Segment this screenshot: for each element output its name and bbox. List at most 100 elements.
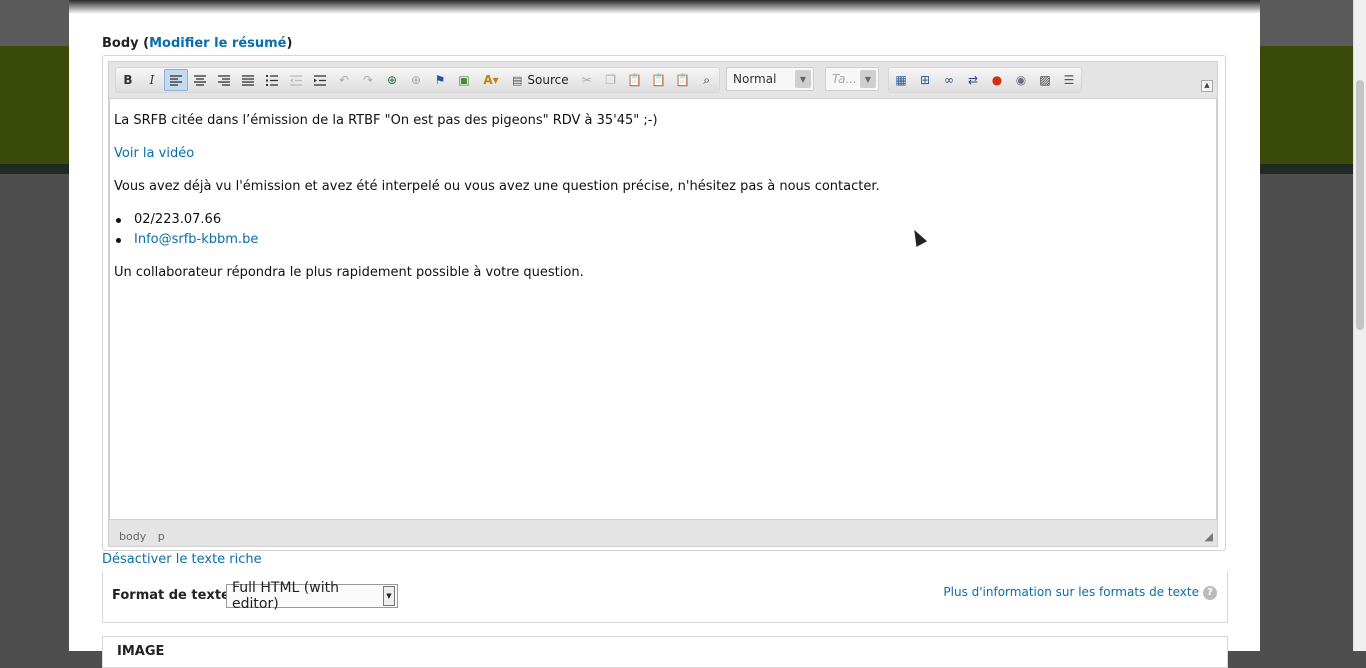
- page-scrollbar[interactable]: [1353, 0, 1366, 651]
- overlay-panel: Body (Modifier le résumé) B I ↶ ↷ ⊕ ⊕ ⚑ …: [69, 0, 1260, 668]
- edit-summary-link[interactable]: Modifier le résumé: [149, 36, 286, 51]
- link-button[interactable]: ⊕: [380, 69, 404, 91]
- font-combo-value: Ta...: [832, 72, 857, 86]
- find-icon: ⌕: [703, 72, 710, 87]
- editor-content-area[interactable]: La SRFB citée dans l’émission de la RTBF…: [109, 98, 1217, 520]
- justify-icon: [242, 74, 254, 86]
- text-format-label: Format de texte: [112, 588, 230, 603]
- select-all-icon: ⊞: [919, 73, 931, 87]
- paste-word-button[interactable]: 📋: [671, 69, 695, 91]
- source-icon: ▤: [512, 73, 523, 87]
- unlink-button[interactable]: ⊕: [404, 69, 428, 91]
- disable-rich-text-link[interactable]: Désactiver le texte riche: [102, 552, 262, 567]
- indent-icon: [314, 74, 326, 86]
- list-item-email-link[interactable]: Info@srfb-kbbm.be: [134, 232, 258, 247]
- format-combo[interactable]: Normal ▼: [726, 67, 814, 91]
- italic-button[interactable]: I: [140, 69, 164, 91]
- anchor-button[interactable]: ⚑: [428, 69, 452, 91]
- scrollbar-thumb[interactable]: [1356, 80, 1364, 330]
- text-color-button[interactable]: A▾: [476, 69, 506, 91]
- toolbar-group-insert: ▦ ⊞ ∞ ⇄ ● ◉ ▨ ☰: [888, 67, 1082, 93]
- source-button[interactable]: ▤ Source: [506, 69, 575, 91]
- replace-button[interactable]: ⇄: [961, 69, 985, 91]
- iframe-button[interactable]: ◉: [1009, 69, 1033, 91]
- align-center-button[interactable]: [188, 69, 212, 91]
- collapse-toolbar-button[interactable]: ▲: [1201, 80, 1213, 92]
- table-button[interactable]: ▦: [889, 69, 913, 91]
- list-bullet: [116, 218, 121, 223]
- format-combo-value: Normal: [733, 72, 777, 86]
- editor-toolbar: B I ↶ ↷ ⊕ ⊕ ⚑ ▣ A▾ ▤ Source ✂ ❐ 📋 📋 📋 ⌕ …: [109, 62, 1217, 98]
- outdent-button[interactable]: [284, 69, 308, 91]
- image-section-label: IMAGE: [117, 644, 165, 659]
- editor-frame: B I ↶ ↷ ⊕ ⊕ ⚑ ▣ A▾ ▤ Source ✂ ❐ 📋 📋 📋 ⌕ …: [108, 61, 1218, 547]
- select-all-button[interactable]: ⊞: [913, 69, 937, 91]
- text-format-select[interactable]: Full HTML (with editor) ▼: [226, 580, 398, 612]
- path-item-body[interactable]: body: [119, 530, 146, 543]
- chevron-down-icon: ▼: [383, 586, 395, 606]
- content-paragraph-1: La SRFB citée dans l’émission de la RTBF…: [114, 113, 658, 128]
- horizontal-rule-icon: ☰: [1063, 73, 1075, 87]
- binoculars-icon: ∞: [944, 73, 954, 87]
- paste-icon: 📋: [627, 73, 643, 87]
- text-format-selected-value: Full HTML (with editor): [232, 580, 339, 612]
- find-binoculars-button[interactable]: ∞: [937, 69, 961, 91]
- chevron-down-icon: ▼: [860, 70, 876, 88]
- list-bullet: [116, 238, 121, 243]
- bold-button[interactable]: B: [116, 69, 140, 91]
- paste-word-icon: 📋: [675, 73, 691, 87]
- content-paragraph-3: Un collaborateur répondra le plus rapide…: [114, 265, 584, 280]
- table-icon: ▦: [895, 73, 907, 87]
- copy-button[interactable]: ❐: [599, 69, 623, 91]
- text-format-section: Format de texte Full HTML (with editor) …: [102, 571, 1228, 623]
- align-left-button[interactable]: [164, 69, 188, 91]
- cut-button[interactable]: ✂: [575, 69, 599, 91]
- flash-icon: ●: [991, 73, 1003, 87]
- anchor-flag-icon: ⚑: [434, 73, 446, 87]
- paste-button[interactable]: 📋: [623, 69, 647, 91]
- media-icon: ▨: [1039, 73, 1051, 87]
- element-path-bar: body p: [119, 530, 173, 543]
- indent-button[interactable]: [308, 69, 332, 91]
- image-icon: ▣: [458, 73, 470, 87]
- media-button[interactable]: ▨: [1033, 69, 1057, 91]
- globe-icon: ◉: [1015, 73, 1027, 87]
- redo-button[interactable]: ↷: [356, 69, 380, 91]
- align-right-button[interactable]: [212, 69, 236, 91]
- body-field-label: Body (Modifier le résumé): [102, 36, 293, 51]
- list-item-phone: 02/223.07.66: [134, 212, 222, 227]
- find-button[interactable]: ⌕: [695, 69, 719, 91]
- text-format-info-link[interactable]: Plus d'information sur les formats de te…: [943, 585, 1199, 599]
- horizontal-rule-button[interactable]: ☰: [1057, 69, 1081, 91]
- undo-button[interactable]: ↶: [332, 69, 356, 91]
- resize-handle-icon[interactable]: ◢: [1205, 530, 1213, 543]
- align-left-icon: [170, 74, 182, 86]
- video-link[interactable]: Voir la vidéo: [114, 146, 194, 161]
- toolbar-group-formatting: B I ↶ ↷ ⊕ ⊕ ⚑ ▣ A▾ ▤ Source ✂ ❐ 📋 📋 📋 ⌕: [115, 67, 720, 93]
- paste-text-button[interactable]: 📋: [647, 69, 671, 91]
- source-label: Source: [527, 73, 569, 87]
- image-section: IMAGE: [102, 636, 1228, 668]
- rich-text-editor: B I ↶ ↷ ⊕ ⊕ ⚑ ▣ A▾ ▤ Source ✂ ❐ 📋 📋 📋 ⌕ …: [102, 55, 1226, 551]
- justify-button[interactable]: [236, 69, 260, 91]
- body-label-text: Body: [102, 36, 139, 51]
- content-paragraph-2: Vous avez déjà vu l'émission et avez été…: [114, 179, 880, 194]
- bulleted-list-icon: [266, 74, 278, 86]
- help-icon[interactable]: ?: [1203, 586, 1217, 600]
- align-center-icon: [194, 74, 206, 86]
- copy-icon: ❐: [605, 73, 616, 87]
- chevron-down-icon: ▼: [795, 70, 811, 88]
- align-right-icon: [218, 74, 230, 86]
- text-color-icon: A▾: [483, 73, 499, 87]
- unlink-icon: ⊕: [410, 73, 422, 87]
- image-button[interactable]: ▣: [452, 69, 476, 91]
- redo-icon: ↷: [362, 73, 374, 87]
- link-icon: ⊕: [386, 73, 398, 87]
- paste-text-icon: 📋: [651, 73, 667, 87]
- cut-icon: ✂: [581, 73, 592, 87]
- font-combo[interactable]: Ta... ▼: [825, 67, 879, 91]
- path-item-p[interactable]: p: [158, 530, 165, 543]
- replace-icon: ⇄: [967, 73, 979, 87]
- flash-button[interactable]: ●: [985, 69, 1009, 91]
- bulleted-list-button[interactable]: [260, 69, 284, 91]
